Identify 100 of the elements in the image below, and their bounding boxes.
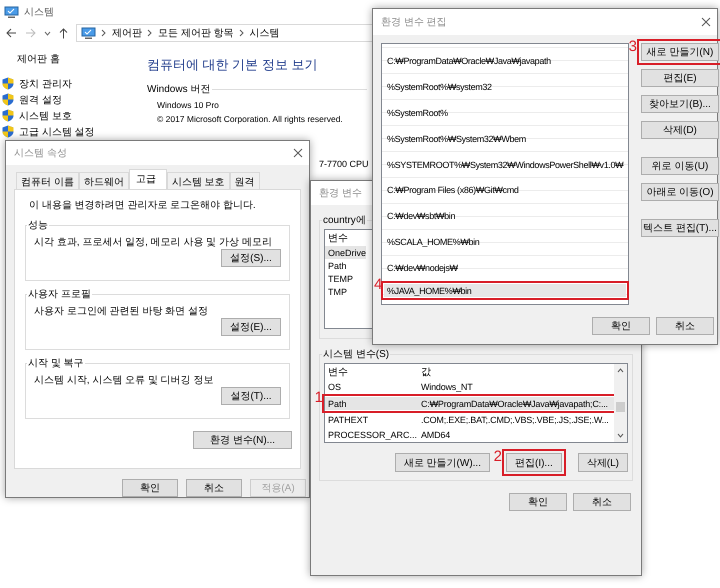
sidebar-link[interactable]: 제어판 홈 [2,52,60,66]
tab[interactable]: 시스템 보호 [166,172,230,189]
path-entry[interactable]: %SystemRoot%₩System32₩Wbem [384,126,626,152]
chevron-icon [101,29,107,37]
list-row[interactable]: TEMP [325,272,354,285]
settings-button[interactable]: 설정(S)... [221,249,281,267]
tab[interactable]: 원격 [230,172,260,189]
scroll-down-icon[interactable] [617,433,624,438]
group-description: 시각 효과, 프로세서 일정, 메모리 사용 및 가상 메모리 [34,236,272,249]
group-description: 시스템 시작, 시스템 오류 및 디버깅 정보 [34,374,214,387]
column-header[interactable]: 변수 [328,365,421,379]
tab[interactable]: 하드웨어 [78,172,129,189]
back-arrow-icon[interactable] [6,28,17,38]
step-number: 1 [314,390,323,406]
shield-icon [2,125,14,138]
dropdown-caret-icon[interactable] [44,30,51,36]
monitor-icon [81,26,96,40]
section-title: Windows 버전 [147,83,210,96]
list-action-button[interactable]: 삭제(L) [578,453,628,472]
notice-text: 이 내용을 변경하려면 관리자로 로그온해야 합니다. [29,199,256,212]
scroll-up-icon[interactable] [617,368,624,373]
shield-icon [2,77,14,90]
step-number: 3 [628,38,637,54]
list-action-button[interactable]: 새로 만들기(W)... [394,453,490,472]
list-row[interactable]: PROCESSOR_ARC... AMD64 [325,428,614,442]
tab[interactable]: 컴퓨터 이름 [16,172,79,189]
dialog-button[interactable]: 확인 [122,479,178,497]
environment-variables-button[interactable]: 환경 변수(N)... [193,431,292,449]
scrollbar[interactable] [614,364,627,442]
dialog-button[interactable]: 확인 [592,317,650,335]
window-title: 시스템 속성 [14,147,67,160]
path-entry[interactable]: C:₩Program Files (x86)₩Git₩cmd [384,177,626,204]
window-title: 환경 변수 편집 [381,16,447,29]
action-button[interactable]: 아래로 이동(O) [641,183,719,201]
dialog-button[interactable]: 확인 [509,493,567,511]
variable-value: .COM;.EXE;.BAT;.CMD;.VBS;.VBE;.JS;.JSE;.W... [421,415,609,426]
sidebar-link[interactable]: 고급 시스템 설정 [19,124,95,138]
list-row[interactable]: PATHEXT .COM;.EXE;.BAT;.CMD;.VBS;.VBE;.JS;.JSE;.W... [325,413,614,428]
monitor-icon [4,6,19,18]
path-entry[interactable]: C:₩dev₩sbt₩bin [384,203,626,230]
chevron-icon [147,29,153,37]
edition-text: Windows 10 Pro [157,100,219,110]
scroll-thumb[interactable] [616,402,625,412]
group-description: 사용자 로그인에 관련된 바탕 화면 설정 [34,305,208,318]
variable-name: Path [328,398,348,409]
chevron-icon [238,29,245,37]
action-button[interactable]: 편집(E) [641,69,719,87]
column-header[interactable]: 변수 [328,231,348,245]
variable-name: OS [328,382,342,392]
group-title: 시스템 변수(S) [322,348,390,361]
variable-value: C:₩ProgramData₩Oracle₩Java₩javapath;C:... [421,398,608,409]
action-button[interactable]: 삭제(D) [641,121,719,139]
list-row[interactable]: OS Windows_NT [325,380,614,394]
path-entry[interactable]: %SYSTEMROOT%₩System32₩WindowsPowerShell₩v1.0₩ [384,152,626,178]
list-row[interactable]: Path C:₩ProgramData₩Oracle₩Java₩javapath;C:... [325,397,614,410]
sidebar-link[interactable]: 원격 설정 [19,92,62,106]
dialog-button[interactable]: 취소 [186,479,242,497]
path-entry[interactable]: %JAVA_HOME%₩bin [384,284,626,298]
close-icon[interactable] [293,148,303,158]
dialog-button[interactable]: 취소 [656,317,714,335]
group-title: country에 [322,214,367,227]
page-heading: 컴퓨터에 대한 기본 정보 보기 [147,56,318,74]
path-entry[interactable]: C:₩dev₩nodejs₩ [384,255,626,282]
breadcrumb-item[interactable]: 제어판 [112,26,142,40]
path-entry[interactable]: %SystemRoot%₩system32 [384,74,626,100]
settings-button[interactable]: 설정(E)... [221,318,281,336]
copyright-text: © 2017 Microsoft Corporation. All rights reserved. [157,114,343,124]
window-title: 시스템 [24,6,54,19]
path-entry[interactable]: %SystemRoot% [384,100,626,126]
variable-value: AMD64 [421,430,450,440]
variable-name: PROCESSOR_ARC... [328,430,418,440]
group-title: 사용자 프로필 [27,288,92,301]
close-icon[interactable] [701,17,711,27]
variable-value: Windows_NT [421,382,473,392]
path-entry[interactable]: C:₩ProgramData₩Oracle₩Java₩javapath [384,48,626,74]
breadcrumb-item[interactable]: 시스템 [250,26,280,40]
path-entry[interactable]: %SCALA_HOME%₩bin [384,229,626,256]
tab[interactable]: 고급 [128,169,167,189]
shield-icon [2,109,14,122]
breadcrumb-item[interactable]: 모든 제어판 항목 [158,26,234,40]
list-row[interactable]: OneDrive [325,246,366,259]
column-header[interactable]: 값 [421,365,514,379]
step-number: 4 [374,276,382,292]
dialog-button[interactable]: 취소 [573,493,631,511]
action-button[interactable]: 찾아보기(B)... [641,95,719,113]
group-title: 시작 및 복구 [27,357,85,370]
list-row[interactable]: TMP [325,285,347,298]
sidebar-link[interactable]: 장치 관리자 [19,76,72,90]
action-button[interactable]: 텍스트 편집(T)... [641,219,719,237]
variable-name: PATHEXT [328,415,370,426]
window-title: 환경 변수 [319,187,362,200]
action-button[interactable]: 위로 이동(U) [641,157,719,175]
sidebar-link[interactable]: 시스템 보호 [19,108,72,122]
step-number: 2 [494,449,502,464]
up-arrow-icon[interactable] [59,28,68,38]
processor-text: 7-7700 CPU [319,159,369,169]
settings-button[interactable]: 설정(T)... [221,387,281,405]
group-title: 성능 [27,219,49,232]
list-row[interactable]: Path [325,259,347,272]
shield-icon [2,93,14,106]
